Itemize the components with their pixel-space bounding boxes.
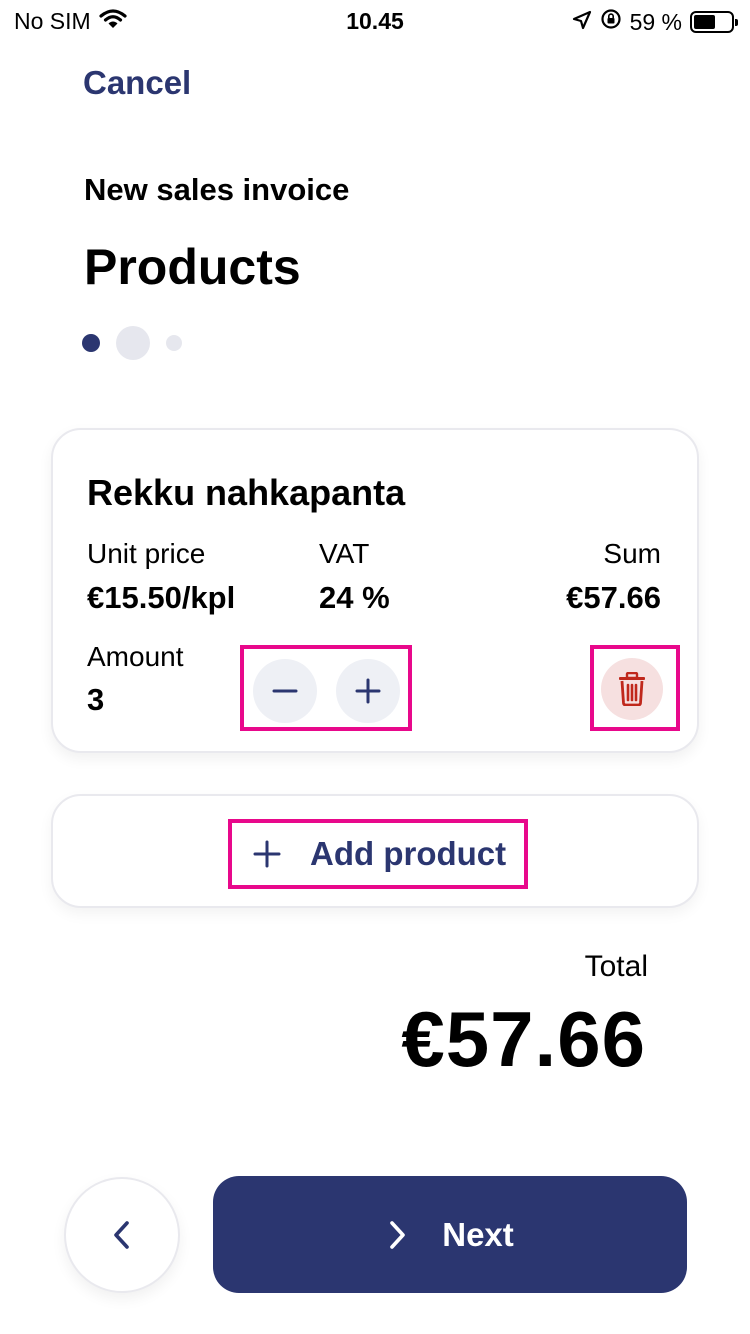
amount-label: Amount xyxy=(87,641,184,672)
total-label: Total xyxy=(584,950,648,983)
back-button[interactable] xyxy=(64,1177,180,1293)
plus-icon xyxy=(253,840,281,868)
total-value: €57.66 xyxy=(401,995,646,1083)
unit-price-value: €15.50/kpl xyxy=(87,580,236,615)
cancel-button[interactable]: Cancel xyxy=(83,64,191,102)
amount-value: 3 xyxy=(87,682,105,717)
battery-percent: 59 % xyxy=(629,8,682,35)
add-product-button[interactable]: Add product xyxy=(228,819,528,889)
quantity-stepper xyxy=(240,645,412,731)
vat-value: 24 % xyxy=(319,580,390,615)
step-indicator xyxy=(82,326,182,360)
battery-level xyxy=(694,15,716,29)
status-right: 59 % xyxy=(572,8,738,36)
unit-price-label: Unit price xyxy=(87,538,206,569)
status-bar: No SIM 10.45 59 % xyxy=(0,0,750,42)
step-dot-1 xyxy=(82,334,100,352)
increment-button[interactable] xyxy=(336,659,400,723)
chevron-right-icon xyxy=(390,1220,406,1249)
page-title: Products xyxy=(84,239,301,295)
delete-highlight xyxy=(590,645,680,731)
next-button[interactable]: Next xyxy=(213,1176,687,1293)
chevron-left-icon xyxy=(114,1221,129,1249)
orientation-lock-icon xyxy=(600,8,622,36)
vat-label: VAT xyxy=(319,538,370,569)
next-label: Next xyxy=(442,1215,514,1253)
battery-icon xyxy=(690,11,738,33)
plus-icon xyxy=(355,678,381,704)
product-name: Rekku nahkapanta xyxy=(87,472,406,513)
decrement-button[interactable] xyxy=(253,659,317,723)
step-dot-3 xyxy=(166,335,182,351)
trash-icon xyxy=(619,672,645,706)
step-dot-2 xyxy=(116,326,150,360)
add-product-card: Add product xyxy=(51,794,699,908)
add-product-label: Add product xyxy=(310,835,507,872)
sum-label: Sum xyxy=(603,538,661,569)
product-card: Rekku nahkapanta Unit price €15.50/kpl V… xyxy=(51,428,699,753)
minus-icon xyxy=(272,689,298,693)
sum-value: €57.66 xyxy=(566,580,661,615)
location-arrow-icon xyxy=(572,9,592,36)
page-subtitle: New sales invoice xyxy=(84,172,350,207)
delete-product-button[interactable] xyxy=(601,658,663,720)
